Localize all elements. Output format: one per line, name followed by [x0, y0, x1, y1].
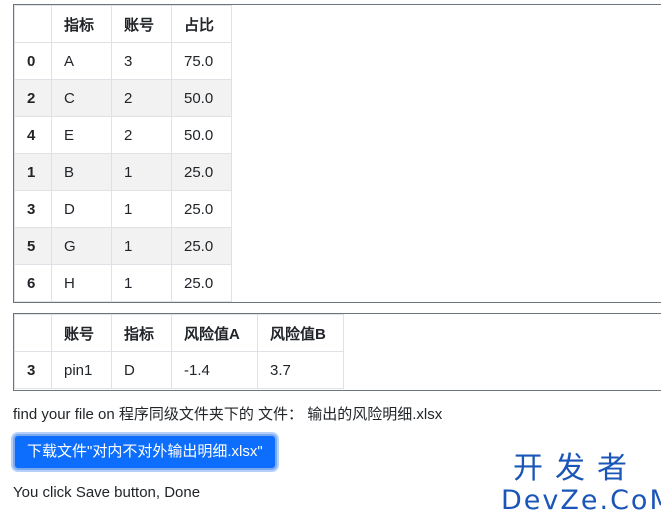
table-cell: C [51, 79, 112, 117]
table-cell: D [111, 351, 172, 389]
table-cell: 1 [111, 264, 172, 302]
row-index: 0 [14, 42, 52, 80]
column-header-index [14, 5, 52, 43]
table-cell: pin1 [51, 351, 112, 389]
row-index: 5 [14, 227, 52, 265]
column-header-index [14, 314, 52, 352]
save-instruction-text: You click Save button, Done [13, 484, 201, 501]
column-header-risk-b: 风险值B [257, 314, 344, 352]
row-index: 6 [14, 264, 52, 302]
table-cell: 50.0 [171, 79, 232, 117]
table-cell: 2 [111, 116, 172, 154]
table-cell: 75.0 [171, 42, 232, 80]
table-cell: -1.4 [171, 351, 258, 389]
table-row: 6 H 1 25.0 [14, 264, 232, 302]
dataframe-table-1: 指标 账号 占比 0 A 3 75.0 2 C 2 50.0 4 E 2 50.… [14, 5, 232, 302]
table-row: 3 D 1 25.0 [14, 190, 232, 228]
download-file-button[interactable]: 下载文件"对内不对外输出明细.xlsx" [13, 434, 277, 470]
dataframe-table-2: 账号 指标 风险值A 风险值B 3 pin1 D -1.4 3.7 [14, 314, 344, 389]
table-row: 1 B 1 25.0 [14, 153, 232, 191]
watermark-chinese: 开发者 [513, 451, 639, 486]
table-header-row: 账号 指标 风险值A 风险值B [14, 314, 344, 352]
output-frame-table2: 账号 指标 风险值A 风险值B 3 pin1 D -1.4 3.7 [13, 313, 661, 391]
output-frame-table1: 指标 账号 占比 0 A 3 75.0 2 C 2 50.0 4 E 2 50.… [13, 4, 661, 303]
row-index: 3 [14, 190, 52, 228]
table-cell: H [51, 264, 112, 302]
table-cell: E [51, 116, 112, 154]
column-header-account: 账号 [51, 314, 112, 352]
table-row: 3 pin1 D -1.4 3.7 [14, 351, 344, 389]
table-cell: 50.0 [171, 116, 232, 154]
column-header-account: 账号 [111, 5, 172, 43]
table-header-row: 指标 账号 占比 [14, 5, 232, 43]
table-cell: B [51, 153, 112, 191]
row-index: 4 [14, 116, 52, 154]
table-row: 5 G 1 25.0 [14, 227, 232, 265]
table-cell: 2 [111, 79, 172, 117]
table-row: 4 E 2 50.0 [14, 116, 232, 154]
table-cell: D [51, 190, 112, 228]
row-index: 3 [14, 351, 52, 389]
row-index: 1 [14, 153, 52, 191]
table-cell: 25.0 [171, 190, 232, 228]
table-cell: 25.0 [171, 264, 232, 302]
table-row: 0 A 3 75.0 [14, 42, 232, 80]
table-cell: A [51, 42, 112, 80]
column-header-share: 占比 [171, 5, 232, 43]
column-header-indicator: 指标 [51, 5, 112, 43]
table-cell: 1 [111, 190, 172, 228]
file-location-text: find your file on 程序同级文件夹下的 文件： 输出的风险明细.… [13, 406, 443, 423]
table-cell: 25.0 [171, 153, 232, 191]
table-cell: 1 [111, 153, 172, 191]
row-index: 2 [14, 79, 52, 117]
table-cell: 3.7 [257, 351, 344, 389]
table-cell: 25.0 [171, 227, 232, 265]
watermark-english: DevZe.CoM [501, 485, 661, 516]
column-header-risk-a: 风险值A [171, 314, 258, 352]
column-header-indicator: 指标 [111, 314, 172, 352]
table-cell: G [51, 227, 112, 265]
table-cell: 1 [111, 227, 172, 265]
table-row: 2 C 2 50.0 [14, 79, 232, 117]
table-cell: 3 [111, 42, 172, 80]
site-watermark-logo: 开发者 DevZe.CoM [501, 451, 661, 516]
